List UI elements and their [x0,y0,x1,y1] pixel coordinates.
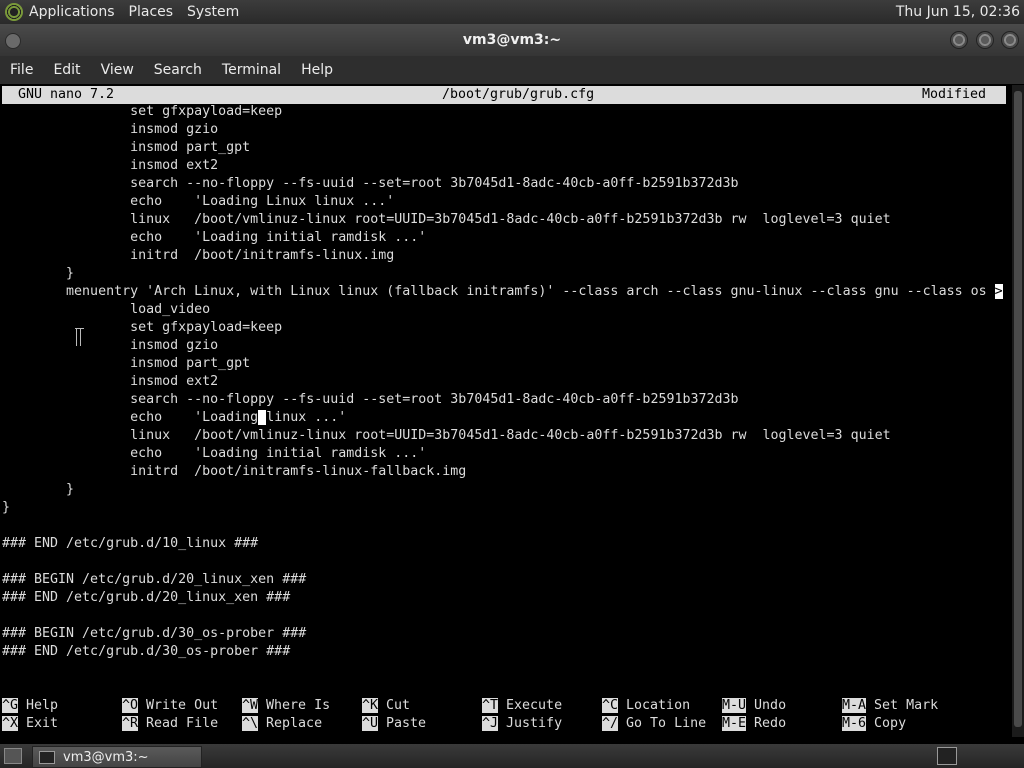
taskbar-terminal-button[interactable]: vm3@vm3:~ [32,746,202,768]
editor-line: set gfxpayload=keep [2,104,283,119]
menu-view[interactable]: View [91,62,144,78]
scrollbar-thumb[interactable] [1014,91,1022,727]
terminal-area[interactable]: GNU nano 7.2 /boot/grub/grub.cfg Modifie… [0,85,1012,737]
bottom-panel: vm3@vm3:~ [0,744,1024,768]
terminal-icon [39,750,55,764]
editor-line: ### END /etc/grub.d/20_linux_xen ### [2,590,291,605]
editor-line: } [2,482,75,497]
editor-line: load_video [2,302,211,317]
editor-line: } [2,500,11,515]
editor-line: insmod part_gpt [2,356,251,371]
editor-line: echo 'Loading Linux linux ...' [2,194,395,209]
editor-line: ### BEGIN /etc/grub.d/30_os-prober ### [2,626,307,641]
nano-header: GNU nano 7.2 /boot/grub/grub.cfg Modifie… [2,86,1006,104]
editor-line: insmod ext2 [2,374,219,389]
line-overflow-marker: > [994,284,1003,299]
shortcut-execute[interactable]: ^T Execute [482,697,562,715]
window-title-bar[interactable]: vm3@vm3:~ [0,24,1024,56]
menu-edit[interactable]: Edit [43,62,90,78]
shortcut-set-mark[interactable]: M-A Set Mark [842,697,938,715]
menu-terminal[interactable]: Terminal [212,62,291,78]
shortcut-write-out[interactable]: ^O Write Out [122,697,218,715]
show-desktop-icon[interactable] [4,748,22,764]
editor-line: search --no-floppy --fs-uuid --set=root … [2,176,739,191]
editor-line-text: menuentry 'Arch Linux, with Linux linux … [2,284,995,299]
editor-line: insmod ext2 [2,158,219,173]
terminal-scrollbar[interactable] [1012,85,1024,737]
menu-applications[interactable]: Applications [29,4,115,20]
menu-search[interactable]: Search [144,62,212,78]
editor-line: set gfxpayload=keep [2,320,283,335]
editor-line: insmod part_gpt [2,140,251,155]
distro-logo-icon[interactable] [5,3,23,21]
shortcut-replace[interactable]: ^\ Replace [242,715,322,733]
shortcut-help[interactable]: ^G Help [2,697,58,715]
editor-line-text: echo 'Loading [2,410,259,425]
mouse-ibeam-icon [75,328,84,346]
editor-line: ### END /etc/grub.d/30_os-prober ### [2,644,291,659]
minimize-icon[interactable] [950,31,968,49]
editor-line: linux /boot/vmlinuz-linux root=UUID=3b70… [2,428,891,443]
editor-line: echo 'Loading linux ...' [2,409,346,427]
taskbar-terminal-label: vm3@vm3:~ [63,749,149,765]
window-title: vm3@vm3:~ [462,32,562,48]
top-panel: Applications Places System Thu Jun 15, 0… [0,0,1024,24]
window-menu-icon[interactable] [5,33,21,49]
editor-line: search --no-floppy --fs-uuid --set=root … [2,392,739,407]
shortcut-paste[interactable]: ^U Paste [362,715,426,733]
panel-clock[interactable]: Thu Jun 15, 02:36 [896,4,1020,20]
menu-file[interactable]: File [0,62,43,78]
menu-help[interactable]: Help [291,62,343,78]
shortcut-location[interactable]: ^C Location [602,697,690,715]
nano-version: GNU nano 7.2 [18,87,115,102]
shortcut-go-to-line[interactable]: ^/ Go To Line [602,715,706,733]
editor-line: linux /boot/vmlinuz-linux root=UUID=3b70… [2,212,891,227]
editor-line: initrd /boot/initramfs-linux.img [2,248,395,263]
menu-system[interactable]: System [187,4,239,20]
close-icon[interactable] [1001,31,1019,49]
menu-places[interactable]: Places [129,4,174,20]
shortcut-read-file[interactable]: ^R Read File [122,715,218,733]
shortcut-copy[interactable]: M-6 Copy [842,715,906,733]
terminal-menubar: File Edit View Search Terminal Help [0,56,1024,84]
editor-line-text: linux ...' [266,410,347,425]
shortcut-exit[interactable]: ^X Exit [2,715,58,733]
editor-line: echo 'Loading initial ramdisk ...' [2,230,427,245]
workspace-switcher-icon[interactable] [937,747,957,765]
editor-line: initrd /boot/initramfs-linux-fallback.im… [2,464,467,479]
shortcut-undo[interactable]: M-U Undo [722,697,786,715]
editor-line: insmod gzio [2,122,219,137]
editor-line: insmod gzio [2,338,219,353]
shortcut-justify[interactable]: ^J Justify [482,715,562,733]
shortcut-where-is[interactable]: ^W Where Is [242,697,330,715]
editor-line: echo 'Loading initial ramdisk ...' [2,446,427,461]
nano-modified-status: Modified [922,87,987,102]
editor-line: ### BEGIN /etc/grub.d/20_linux_xen ### [2,572,307,587]
maximize-icon[interactable] [976,31,994,49]
editor-line: ### END /etc/grub.d/10_linux ### [2,536,259,551]
editor-line: menuentry 'Arch Linux, with Linux linux … [2,283,1003,301]
nano-filename: /boot/grub/grub.cfg [442,87,595,102]
text-cursor [258,410,267,425]
editor-line: } [2,266,75,281]
shortcut-cut[interactable]: ^K Cut [362,697,410,715]
shortcut-redo[interactable]: M-E Redo [722,715,786,733]
